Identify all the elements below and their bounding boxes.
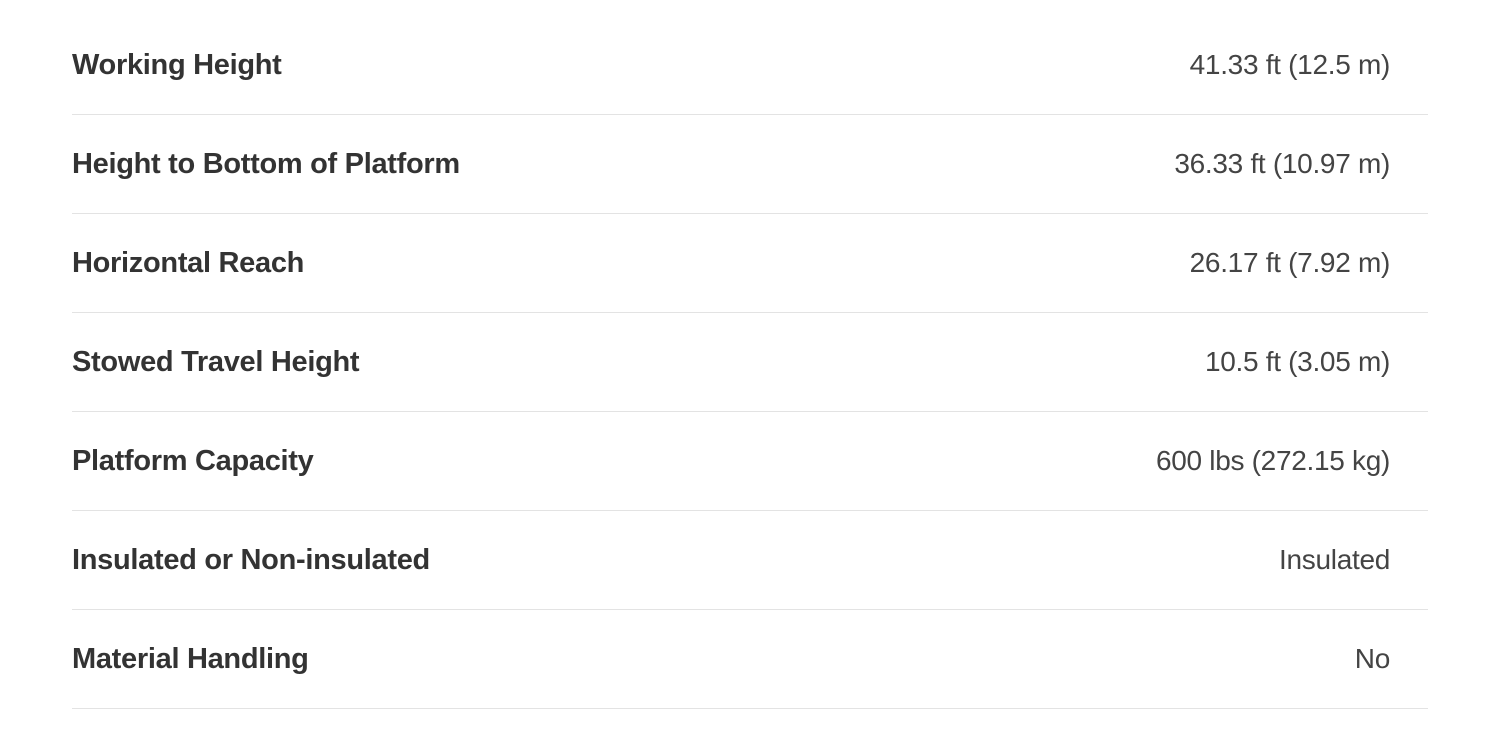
- spec-label: Working Height: [72, 48, 282, 81]
- spec-row-platform-capacity: Platform Capacity 600 lbs (272.15 kg): [72, 412, 1428, 511]
- spec-value: 36.33 ft (10.97 m): [1174, 148, 1390, 179]
- spec-row-stowed-travel-height: Stowed Travel Height 10.5 ft (3.05 m): [72, 313, 1428, 412]
- spec-value: No: [1354, 643, 1391, 674]
- spec-row-material-handling: Material Handling No: [72, 610, 1428, 709]
- spec-value: 41.33 ft (12.5 m): [1189, 49, 1391, 80]
- spec-row-insulated: Insulated or Non-insulated Insulated: [72, 511, 1428, 610]
- spec-value: 600 lbs (272.15 kg): [1155, 445, 1390, 476]
- spec-label: Horizontal Reach: [72, 246, 305, 279]
- spec-label: Insulated or Non-insulated: [72, 543, 430, 576]
- spec-label: Stowed Travel Height: [72, 345, 360, 378]
- spec-value: 26.17 ft (7.92 m): [1189, 247, 1391, 278]
- spec-value: Insulated: [1279, 544, 1390, 575]
- spec-row-working-height: Working Height 41.33 ft (12.5 m): [72, 16, 1428, 115]
- spec-label: Height to Bottom of Platform: [72, 147, 460, 180]
- specifications-table: Working Height 41.33 ft (12.5 m) Height …: [72, 16, 1428, 709]
- spec-row-height-to-bottom-of-platform: Height to Bottom of Platform 36.33 ft (1…: [72, 115, 1428, 214]
- spec-label: Material Handling: [72, 642, 309, 675]
- spec-row-horizontal-reach: Horizontal Reach 26.17 ft (7.92 m): [72, 214, 1428, 313]
- spec-value: 10.5 ft (3.05 m): [1204, 346, 1390, 377]
- spec-label: Platform Capacity: [72, 444, 314, 477]
